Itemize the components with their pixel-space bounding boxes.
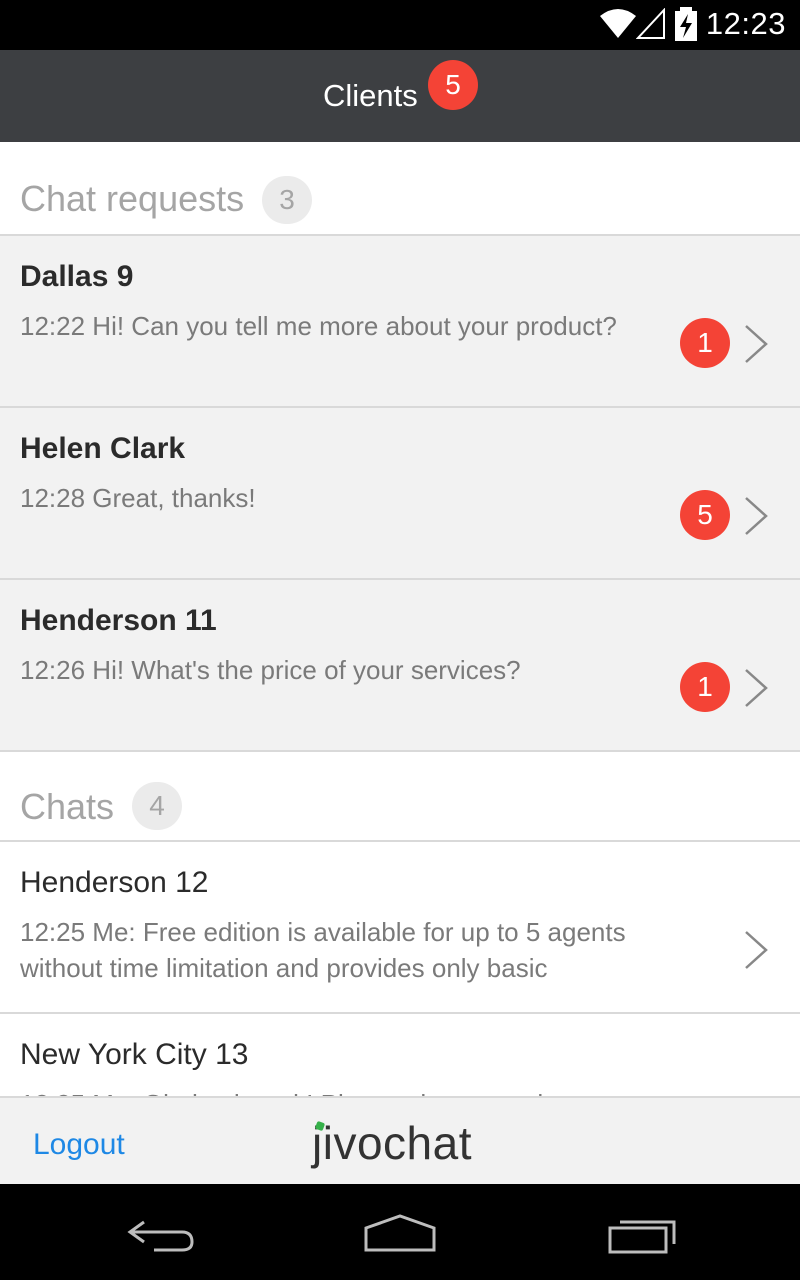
home-icon[interactable] <box>362 1214 438 1254</box>
chevron-right-icon <box>745 497 768 535</box>
chats-header: Chats 4 <box>0 752 800 842</box>
battery-charging-icon <box>675 7 697 41</box>
logout-button[interactable]: Logout <box>33 1128 125 1162</box>
last-message: 12:26 Hi! What's the price of your servi… <box>20 655 521 685</box>
client-name: Dallas 9 <box>20 260 134 293</box>
last-message: 12:22 Hi! Can you tell me more about you… <box>20 311 617 341</box>
system-nav-bar <box>0 1184 800 1280</box>
chevron-right-icon <box>745 669 768 707</box>
unread-badge: 5 <box>680 490 730 540</box>
recent-apps-icon[interactable] <box>606 1214 678 1254</box>
client-name: Henderson 12 <box>20 866 209 899</box>
chat-request-row[interactable]: Henderson 11 12:26 Hi! What's the price … <box>0 580 800 752</box>
client-name: New York City 13 <box>20 1038 249 1071</box>
clients-count-badge: 5 <box>428 60 478 110</box>
last-message: 12:28 Great, thanks! <box>20 483 256 513</box>
bottom-bar: Logout jivochat <box>0 1096 800 1186</box>
chat-request-row[interactable]: Dallas 9 12:22 Hi! Can you tell me more … <box>0 236 800 408</box>
app-header: Clients 5 <box>0 50 800 142</box>
section-title: Chat requests <box>20 178 245 219</box>
client-name: Henderson 11 <box>20 604 217 637</box>
wifi-icon <box>600 9 636 38</box>
unread-badge: 1 <box>680 318 730 368</box>
jivochat-logo: jivochat <box>312 1116 472 1170</box>
section-title: Chats <box>20 786 115 827</box>
section-count-badge: 4 <box>132 782 182 830</box>
last-message: 12:25 Me: Free edition is available for … <box>20 917 626 983</box>
cell-signal-icon <box>636 8 665 39</box>
section-count-badge: 3 <box>262 176 312 224</box>
chat-row[interactable]: Henderson 12 12:25 Me: Free edition is a… <box>0 842 800 1014</box>
last-message: 12:25 Me: Glad to hear it! Please share … <box>20 1086 710 1096</box>
chat-request-row[interactable]: Helen Clark 12:28 Great, thanks! 5 <box>0 408 800 580</box>
chat-requests-header: Chat requests 3 <box>0 142 800 236</box>
status-bar: 12:23 <box>0 0 800 50</box>
page-title: Clients <box>323 78 418 113</box>
unread-badge: 1 <box>680 662 730 712</box>
chevron-right-icon <box>745 931 768 969</box>
back-icon[interactable] <box>124 1214 196 1254</box>
chat-row[interactable]: New York City 13 12:25 Me: Glad to hear … <box>0 1014 800 1096</box>
logo-text: jivochat <box>312 1117 472 1169</box>
status-time: 12:23 <box>705 6 786 41</box>
chevron-right-icon <box>745 325 768 363</box>
client-name: Helen Clark <box>20 432 186 465</box>
